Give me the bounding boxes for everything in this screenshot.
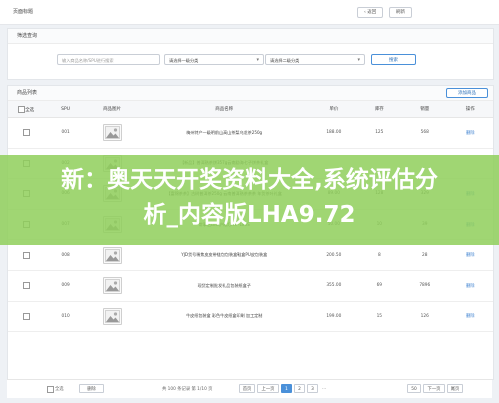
top-bar: 页面标题 ‹ 返回 刷新 (0, 0, 499, 25)
back-button[interactable]: ‹ 返回 (357, 7, 384, 18)
row-delete-link[interactable]: 删除 (447, 117, 493, 149)
col-name: 商品名称 (137, 101, 312, 118)
col-action: 操作 (447, 101, 493, 118)
table-row[interactable]: 010 牛皮纸包装盒 彩色牛皮纸盒印刷 加工定制 199.00 15 126 删除 (8, 301, 493, 333)
row-spu: 010 (44, 301, 87, 333)
row-select-cell[interactable] (8, 117, 45, 149)
row-product-name: 梅州特产一级明前山高山茶梨乌龙茶250g (137, 117, 312, 149)
search-button[interactable]: 搜索 (371, 54, 416, 65)
image-placeholder-icon (102, 246, 122, 264)
col-image: 商品图片 (86, 101, 138, 118)
pagination-summary: 共 100 条记录 第 1/10 页 (162, 387, 213, 392)
search-input[interactable]: 输入商品名称/SPU进行搜索 (57, 54, 160, 65)
page-title: 页面标题 (13, 9, 34, 15)
page-button-3[interactable]: 3 (307, 384, 318, 393)
page-button-1[interactable]: 1 (281, 384, 292, 393)
table-row[interactable]: 009 现货定制批发礼品包装纸盒子 355.00 69 7896 删除 (8, 270, 493, 302)
refresh-button[interactable]: 刷新 (389, 7, 412, 18)
list-title: 商品列表 添加商品 (8, 86, 493, 101)
row-delete-link[interactable]: 删除 (447, 270, 493, 302)
col-select[interactable]: 全选 (8, 101, 45, 118)
filter-panel: 筛选查询 输入商品名称/SPU进行搜索 请选择一级分类 请选择二级分类 搜索 (7, 28, 494, 80)
row-checkbox[interactable] (22, 129, 30, 137)
col-price: 单价 (311, 101, 357, 118)
page-button-last[interactable]: 50 (407, 384, 421, 393)
row-checkbox[interactable] (22, 282, 30, 290)
table-header: 全选 SPU 商品图片 商品名称 单价 库存 销量 操作 (8, 101, 493, 118)
row-spu: 009 (44, 270, 87, 302)
banner-line-2: 析_内容版LHA9.72 (143, 202, 356, 228)
category2-select[interactable]: 请选择二级分类 (265, 54, 365, 66)
row-delete-link[interactable]: 删除 (447, 301, 493, 333)
row-product-name: 牛皮纸包装盒 彩色牛皮纸盒印刷 加工定制 (137, 301, 312, 333)
footer-select-all-checkbox[interactable] (47, 386, 54, 393)
row-spu: 001 (44, 117, 87, 149)
row-image-cell (86, 301, 138, 333)
col-sales: 销量 (402, 101, 448, 118)
image-placeholder-icon (102, 124, 122, 142)
banner-line-1: 新：奥天天开奖资料大全,系统评估分 (61, 167, 438, 193)
add-product-button[interactable]: 添加商品 (446, 88, 488, 98)
first-page-button[interactable]: 首页 (239, 384, 255, 393)
page-button-2[interactable]: 2 (294, 384, 305, 393)
image-placeholder-icon (102, 307, 122, 325)
table-row[interactable]: 001 梅州特产一级明前山高山茶梨乌龙茶250g 188.00 125 568 删除 (8, 117, 493, 149)
row-stock: 69 (356, 270, 403, 302)
row-checkbox[interactable] (22, 251, 30, 259)
row-product-name: 现货定制批发礼品包装纸盒子 (137, 270, 312, 302)
prev-page-button[interactable]: 上一页 (257, 384, 279, 393)
row-price: 188.00 (311, 117, 357, 149)
row-price: 355.00 (311, 270, 357, 302)
row-checkbox[interactable] (22, 312, 30, 320)
row-image-cell (86, 117, 138, 149)
bulk-delete-button[interactable]: 删除 (79, 384, 104, 393)
row-price: 199.00 (311, 301, 357, 333)
footer-select-all-label: 全选 (55, 387, 64, 392)
row-image-cell (86, 270, 138, 302)
pagination-ellipsis: ... (322, 386, 327, 391)
next-page-button[interactable]: 下一页 (423, 384, 445, 393)
col-spu: SPU (44, 101, 87, 118)
banner-text: 新：奥天天开奖资料大全,系统评估分 析_内容版LHA9.72 (0, 163, 499, 233)
row-select-cell[interactable] (8, 270, 45, 302)
row-sales: 568 (402, 117, 448, 149)
last-page-button[interactable]: 尾页 (447, 384, 463, 393)
row-stock: 15 (356, 301, 403, 333)
table-footer: 全选 删除 共 100 条记录 第 1/10 页 首页 上一页 1 2 3 ..… (7, 379, 492, 398)
filter-title: 筛选查询 (8, 29, 493, 44)
row-select-cell[interactable] (8, 301, 45, 333)
row-sales: 7896 (402, 270, 448, 302)
col-stock: 库存 (356, 101, 403, 118)
category1-select[interactable]: 请选择一级分类 (164, 54, 264, 66)
row-stock: 125 (356, 117, 403, 149)
image-placeholder-icon (102, 277, 122, 295)
row-sales: 126 (402, 301, 448, 333)
